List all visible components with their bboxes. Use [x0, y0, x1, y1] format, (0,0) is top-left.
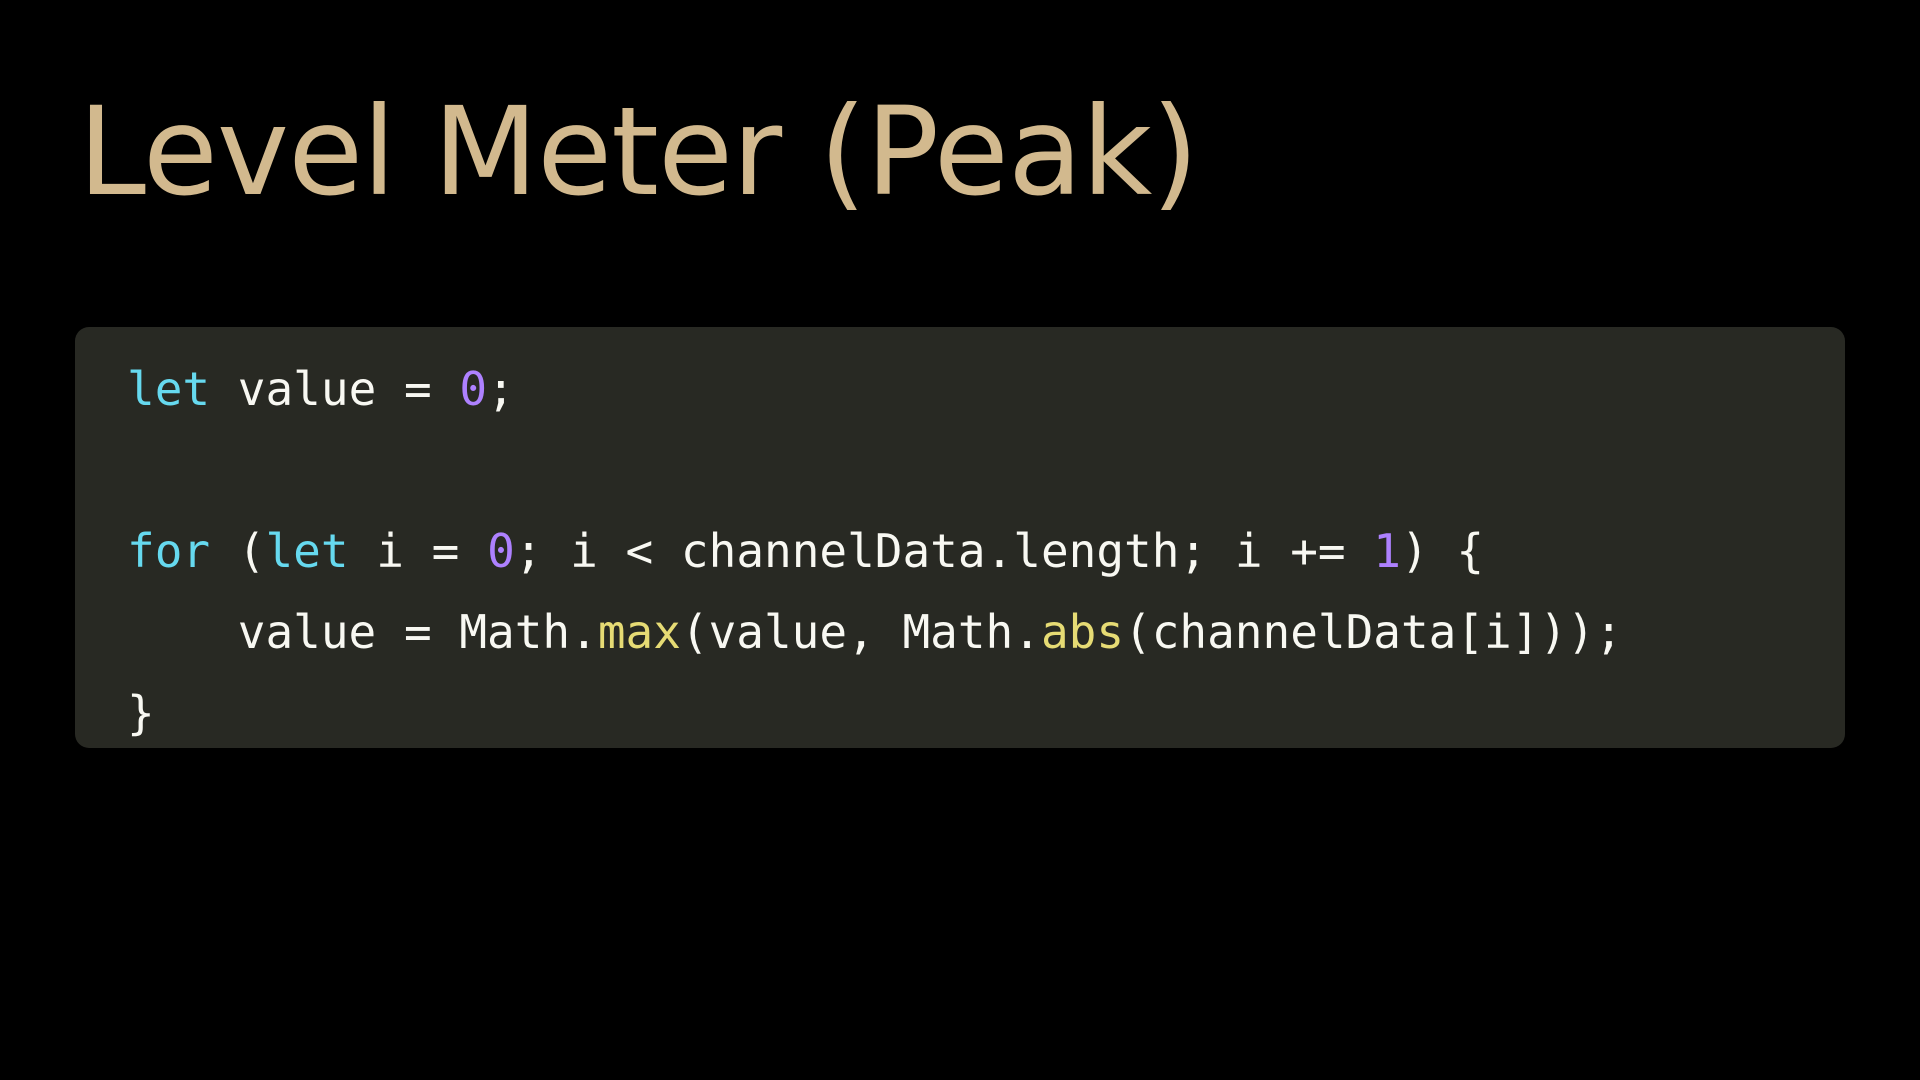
- code-token-plain: (: [210, 524, 266, 578]
- code-token-kw: for: [127, 524, 211, 578]
- code-token-plain: ;: [487, 362, 515, 416]
- code-token-plain: ) {: [1401, 524, 1485, 578]
- code-token-plain: (channelData[i]));: [1124, 605, 1623, 659]
- code-token-plain: value =: [210, 362, 460, 416]
- code-line: }: [127, 673, 1845, 754]
- slide: Level Meter (Peak) let value = 0; for (l…: [0, 0, 1920, 1080]
- code-token-kw: let: [127, 362, 211, 416]
- code-line: for (let i = 0; i < channelData.length; …: [127, 511, 1845, 592]
- code-token-plain: (value, Math.: [680, 605, 1041, 659]
- code-token-plain: value = Math.: [127, 605, 598, 659]
- code-line: let value = 0;: [127, 349, 1845, 430]
- code-token-plain: ; i < channelData.length; i +=: [514, 524, 1374, 578]
- code-token-fn: abs: [1040, 605, 1125, 659]
- slide-title: Level Meter (Peak): [78, 81, 1199, 223]
- code-token-num: 0: [459, 362, 488, 416]
- code-line: value = Math.max(value, Math.abs(channel…: [127, 592, 1845, 673]
- code-token-plain: }: [127, 686, 155, 740]
- code-token-plain: i =: [348, 524, 488, 578]
- code-token-fn: max: [597, 605, 681, 659]
- code-token-num: 0: [487, 524, 515, 578]
- code-token-kw: let: [265, 524, 349, 578]
- code-block: let value = 0; for (let i = 0; i < chann…: [75, 327, 1845, 748]
- code-token-num: 1: [1373, 524, 1401, 578]
